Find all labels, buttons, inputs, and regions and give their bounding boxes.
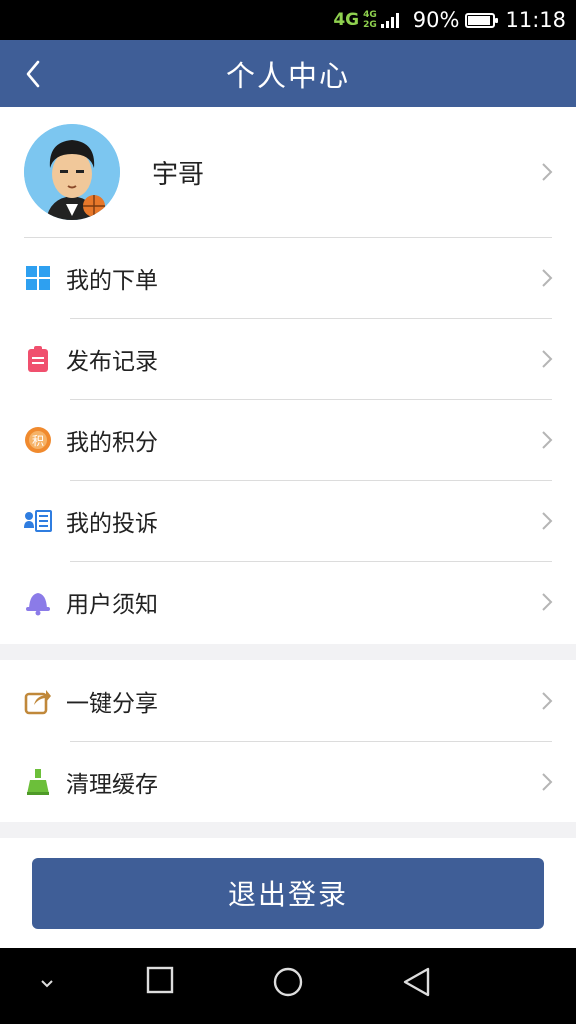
chevron-down-icon[interactable]: [36, 976, 58, 992]
menu-item-clear-cache[interactable]: 清理缓存: [0, 741, 576, 822]
menu-group-2: 一键分享 清理缓存: [0, 660, 576, 822]
divider: [70, 741, 552, 742]
menu-item-points[interactable]: 积 我的积分: [0, 399, 576, 480]
menu-item-label: 我的积分: [66, 429, 158, 456]
points-coin-icon: 积: [24, 426, 52, 454]
header-bar: 个人中心: [0, 40, 576, 107]
broom-icon: [24, 768, 52, 796]
menu-item-label: 清理缓存: [66, 771, 158, 798]
menu-item-user-notice[interactable]: 用户须知: [0, 561, 576, 642]
divider: [24, 237, 552, 238]
system-nav-bar: [0, 948, 576, 1024]
status-bar: 4G 4G 2G 90% 11:18: [0, 0, 576, 40]
network-type: 4G: [333, 10, 360, 30]
network-dual: 4G 2G: [363, 10, 377, 30]
chevron-right-icon: [542, 163, 553, 181]
logout-section: 退出登录: [0, 838, 576, 948]
circle-home-icon[interactable]: [272, 966, 304, 998]
menu-item-label: 我的下单: [66, 267, 158, 294]
divider: [70, 561, 552, 562]
menu-item-label: 我的投诉: [66, 510, 158, 537]
menu-item-label: 一键分享: [66, 690, 158, 717]
page-title: 个人中心: [225, 58, 350, 93]
battery-percent: 90%: [412, 8, 460, 32]
menu-item-label: 发布记录: [66, 348, 158, 375]
chevron-right-icon: [542, 269, 553, 287]
profile-row[interactable]: 宇哥: [0, 107, 576, 237]
chevron-right-icon: [542, 593, 553, 611]
menu-item-publish-records[interactable]: 发布记录: [0, 318, 576, 399]
divider: [70, 318, 552, 319]
cartoon-avatar-icon: [24, 124, 120, 220]
menu-group-1: 我的下单 发布记录 积 我的积分 我的投诉 用户须知: [0, 237, 576, 644]
share-icon: [24, 687, 52, 715]
battery-icon: [465, 12, 499, 28]
chevron-right-icon: [542, 350, 553, 368]
chevron-right-icon: [542, 431, 553, 449]
triangle-back-icon[interactable]: [402, 966, 432, 998]
bell-icon: [24, 588, 52, 616]
chevron-right-icon: [542, 512, 553, 530]
logout-button[interactable]: 退出登录: [32, 857, 544, 929]
menu-item-complaints[interactable]: 我的投诉: [0, 480, 576, 561]
svg-text:积: 积: [32, 434, 44, 448]
signal-icon: [379, 12, 399, 28]
chevron-right-icon: [542, 773, 553, 791]
profile-name: 宇哥: [152, 159, 205, 190]
grid-windows-icon: [24, 264, 52, 292]
menu-item-orders[interactable]: 我的下单: [0, 237, 576, 318]
square-recent-icon[interactable]: [146, 966, 174, 994]
divider: [70, 399, 552, 400]
divider: [70, 480, 552, 481]
chevron-right-icon: [542, 692, 553, 710]
clipboard-icon: [24, 345, 52, 373]
clock: 11:18: [505, 8, 566, 32]
menu-item-share[interactable]: 一键分享: [0, 660, 576, 741]
back-arrow-icon[interactable]: [20, 56, 50, 92]
avatar[interactable]: [24, 124, 120, 220]
contact-list-icon: [24, 507, 52, 535]
menu-item-label: 用户须知: [66, 591, 158, 618]
